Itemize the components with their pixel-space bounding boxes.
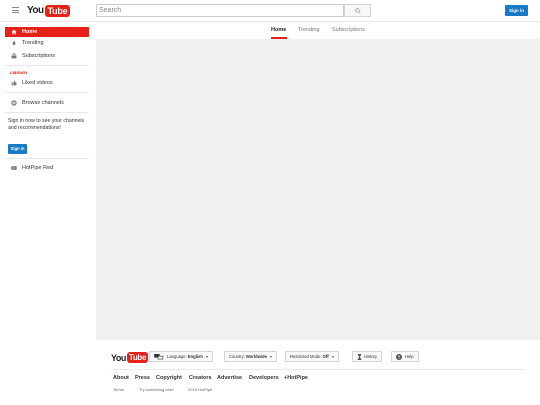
search-icon <box>355 8 361 14</box>
footer-link-creators[interactable]: Creators <box>189 375 212 381</box>
sidebar-item-subscriptions[interactable]: Subscriptions <box>5 51 89 61</box>
sidebar-divider <box>5 112 89 113</box>
footer-link-advertise[interactable]: Advertise <box>217 375 242 381</box>
tab-trending[interactable]: Trending <box>298 27 320 33</box>
subscriptions-icon <box>11 53 17 59</box>
country-prefix: Country: <box>229 354 245 359</box>
tab-home[interactable]: Home <box>271 27 286 33</box>
language-icon <box>154 353 164 359</box>
help-button[interactable]: ? Help <box>391 351 419 362</box>
sidebar-item-liked-videos[interactable]: Liked videos <box>5 78 89 88</box>
logo-tube-text: Tube <box>126 352 149 363</box>
sidebar-item-browse-channels[interactable]: Browse channels <box>5 98 89 108</box>
signin-button[interactable]: Sign in <box>505 5 528 16</box>
footer-link-developers[interactable]: Developers <box>249 375 279 381</box>
sidebar-signin-button[interactable]: Sign in <box>8 144 27 154</box>
content-area <box>96 39 540 340</box>
feed-tabs: Home Trending Subscriptions <box>96 22 540 39</box>
footer-copyright-text: 2015 HotPipe <box>188 387 213 392</box>
language-button[interactable]: Language: English <box>149 351 213 362</box>
sidebar-divider <box>5 65 89 66</box>
footer-link-copyright[interactable]: Copyright <box>156 375 182 381</box>
footer-terms-link[interactable]: Terms <box>113 387 124 392</box>
footer-link-press[interactable]: Press <box>135 375 150 381</box>
footer: You Tube Language: English Country: Worl… <box>96 340 540 405</box>
sidebar-divider <box>5 158 89 159</box>
logo-you-text: You <box>111 352 126 363</box>
menu-icon[interactable] <box>12 7 19 13</box>
flame-icon <box>11 40 17 46</box>
chevron-down-icon <box>331 355 334 358</box>
language-value: English <box>187 354 203 359</box>
channel-icon <box>11 165 17 171</box>
tab-subscriptions[interactable]: Subscriptions <box>332 27 365 33</box>
sidebar-item-trending[interactable]: Trending <box>5 38 89 48</box>
history-button[interactable]: History <box>352 351 383 362</box>
help-icon: ? <box>396 353 402 360</box>
sidebar-item-label: Home <box>22 29 38 35</box>
country-button[interactable]: Country: Worldwide <box>224 351 277 362</box>
thumbs-up-icon <box>11 80 17 86</box>
sidebar-item-label: HotPipe Red <box>22 165 54 171</box>
footer-link-hotpipe[interactable]: +HotPipe <box>284 375 308 381</box>
logo-tube-text: Tube <box>44 4 71 17</box>
footer-logo[interactable]: You Tube <box>111 352 149 363</box>
restricted-value: Off <box>322 354 329 359</box>
svg-text:?: ? <box>398 354 401 359</box>
sidebar-item-channel[interactable]: HotPipe Red <box>5 163 89 173</box>
search-button[interactable] <box>344 4 371 17</box>
sidebar-item-label: Liked videos <box>22 80 53 86</box>
hourglass-icon <box>357 353 362 360</box>
home-icon <box>11 29 17 35</box>
sidebar-item-home[interactable]: Home <box>5 27 89 37</box>
logo-you-text: You <box>27 5 44 16</box>
sidebar-item-label: Browse channels <box>22 100 64 106</box>
chevron-down-icon <box>269 355 272 358</box>
sidebar: Home Trending Subscriptions LIBRARY Like… <box>0 22 96 405</box>
sidebar-item-label: Subscriptions <box>22 53 56 59</box>
masthead: You Tube Search Sign in <box>0 0 540 22</box>
sidebar-item-label: Trending <box>22 40 44 46</box>
library-heading[interactable]: LIBRARY <box>10 70 28 75</box>
logo[interactable]: You Tube <box>27 4 71 17</box>
restricted-prefix: Restricted Mode: <box>290 354 322 359</box>
sidebar-divider <box>5 92 89 93</box>
signin-prompt: Sign in now to see your channels and rec… <box>8 118 85 131</box>
help-label: Help <box>405 354 414 359</box>
history-label: History <box>364 354 378 359</box>
language-prefix: Language: <box>167 354 187 359</box>
footer-link-about[interactable]: About <box>113 375 129 381</box>
country-value: Worldwide <box>245 354 267 359</box>
footer-divider <box>111 369 524 370</box>
restricted-mode-button[interactable]: Restricted Mode: Off <box>285 351 339 362</box>
footer-try-new-link[interactable]: Try something new! <box>139 387 174 392</box>
search-input[interactable]: Search <box>96 4 344 17</box>
chevron-down-icon <box>205 355 208 358</box>
plus-circle-icon <box>11 100 17 106</box>
